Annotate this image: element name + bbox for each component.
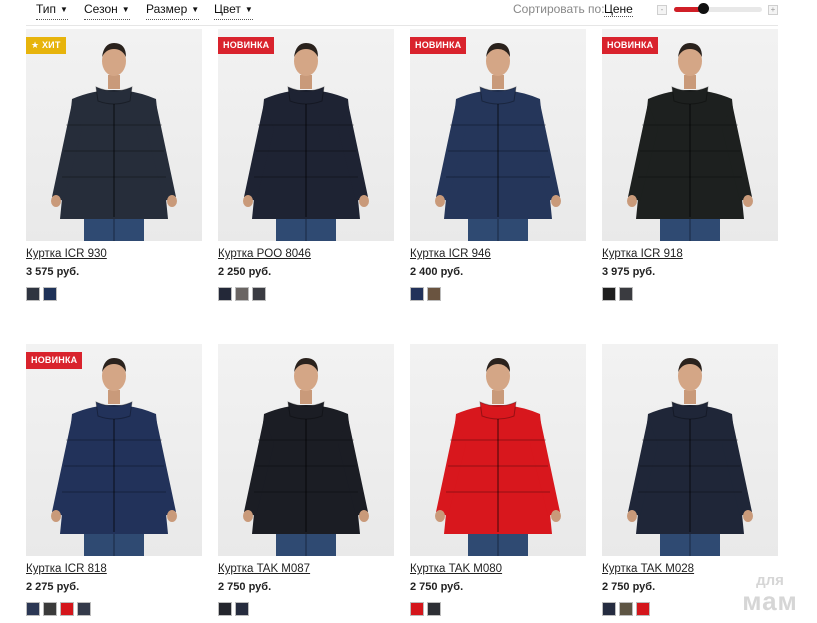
color-swatch[interactable] [43, 287, 57, 301]
color-swatches [602, 602, 653, 616]
filter-season-dropdown[interactable]: Сезон ▼ [84, 2, 130, 20]
product-photo[interactable] [602, 344, 778, 556]
product-price: 2 750 руб. [218, 581, 272, 593]
filter-season-label: Сезон [84, 2, 118, 16]
model-in-jacket-image [51, 358, 177, 556]
zoom-slider[interactable] [674, 7, 762, 12]
color-swatch[interactable] [427, 287, 441, 301]
color-swatches [602, 287, 636, 301]
filter-color-dropdown[interactable]: Цвет ▼ [214, 2, 253, 20]
filter-bar: Тип ▼ Сезон ▼ Размер ▼ Цвет ▼ Сортировать по… [0, 0, 817, 24]
caret-down-icon: ▼ [191, 5, 200, 14]
color-swatch[interactable] [77, 602, 91, 616]
color-swatch[interactable] [235, 602, 249, 616]
zoom-out-button[interactable]: - [657, 5, 667, 15]
product-title-link[interactable]: Куртка ICR 946 [410, 248, 491, 260]
filter-type-label: Тип [36, 2, 57, 16]
product-price: 2 400 руб. [410, 266, 464, 278]
product-price: 2 750 руб. [602, 581, 656, 593]
model-in-jacket-image [243, 43, 369, 241]
product-title-link[interactable]: Куртка ICR 918 [602, 248, 683, 260]
divider [26, 25, 778, 26]
color-swatch[interactable] [602, 602, 616, 616]
product-photo[interactable] [218, 344, 394, 556]
model-in-jacket-image [435, 358, 561, 556]
product-title-link[interactable]: Куртка ICR 930 [26, 248, 107, 260]
caret-down-icon: ▼ [244, 5, 253, 14]
color-swatch[interactable] [26, 287, 40, 301]
product-title-link[interactable]: Куртка POO 8046 [218, 248, 311, 260]
color-swatch[interactable] [43, 602, 57, 616]
color-swatches [26, 602, 94, 616]
color-swatch[interactable] [218, 287, 232, 301]
color-swatch[interactable] [619, 602, 633, 616]
product-photo[interactable]: НОВИНКА [26, 344, 202, 556]
color-swatch[interactable] [410, 602, 424, 616]
model-in-jacket-image [243, 358, 369, 556]
color-swatch[interactable] [410, 287, 424, 301]
model-in-jacket-image [435, 43, 561, 241]
model-in-jacket-image [627, 358, 753, 556]
color-swatches [410, 602, 444, 616]
product-price: 3 575 руб. [26, 266, 80, 278]
color-swatch[interactable] [619, 287, 633, 301]
color-swatch[interactable] [427, 602, 441, 616]
product-badge: ★ ХИТ [26, 37, 66, 54]
product-badge: НОВИНКА [218, 37, 275, 54]
product-photo[interactable]: НОВИНКА [218, 29, 394, 241]
product-title-link[interactable]: Куртка ICR 818 [26, 563, 107, 575]
model-in-jacket-image [51, 43, 177, 241]
sort-label: Сортировать по: [513, 2, 605, 16]
product-price: 2 275 руб. [26, 581, 80, 593]
caret-down-icon: ▼ [121, 5, 130, 14]
watermark-bottom-text: мам [742, 586, 798, 616]
product-price: 3 975 руб. [602, 266, 656, 278]
product-badge: НОВИНКА [410, 37, 467, 54]
product-title-link[interactable]: Куртка TAK M087 [218, 563, 310, 575]
color-swatches [218, 602, 252, 616]
product-title-link[interactable]: Куртка TAK M080 [410, 563, 502, 575]
color-swatches [26, 287, 60, 301]
color-swatch[interactable] [636, 602, 650, 616]
filter-size-dropdown[interactable]: Размер ▼ [146, 2, 200, 20]
product-badge: НОВИНКА [602, 37, 659, 54]
color-swatch[interactable] [26, 602, 40, 616]
color-swatches [218, 287, 269, 301]
product-photo[interactable]: НОВИНКА [602, 29, 778, 241]
filter-type-dropdown[interactable]: Тип ▼ [36, 2, 68, 20]
color-swatch[interactable] [252, 287, 266, 301]
color-swatches [410, 287, 444, 301]
product-photo[interactable]: ★ ХИТ [26, 29, 202, 241]
zoom-in-button[interactable]: + [768, 5, 778, 15]
color-swatch[interactable] [60, 602, 74, 616]
product-badge: НОВИНКА [26, 352, 83, 369]
product-photo[interactable] [410, 344, 586, 556]
watermark-logo: для мам [730, 573, 810, 614]
filter-size-label: Размер [146, 2, 188, 16]
product-price: 2 750 руб. [410, 581, 464, 593]
color-swatch[interactable] [218, 602, 232, 616]
zoom-slider-handle[interactable] [698, 3, 710, 14]
caret-down-icon: ▼ [60, 5, 68, 14]
product-photo[interactable]: НОВИНКА [410, 29, 586, 241]
product-price: 2 250 руб. [218, 266, 272, 278]
model-in-jacket-image [627, 43, 753, 241]
product-title-link[interactable]: Куртка TAK M028 [602, 563, 694, 575]
filter-color-label: Цвет [214, 2, 241, 16]
color-swatch[interactable] [235, 287, 249, 301]
color-swatch[interactable] [602, 287, 616, 301]
sort-by-price-link[interactable]: Цене [604, 2, 633, 17]
